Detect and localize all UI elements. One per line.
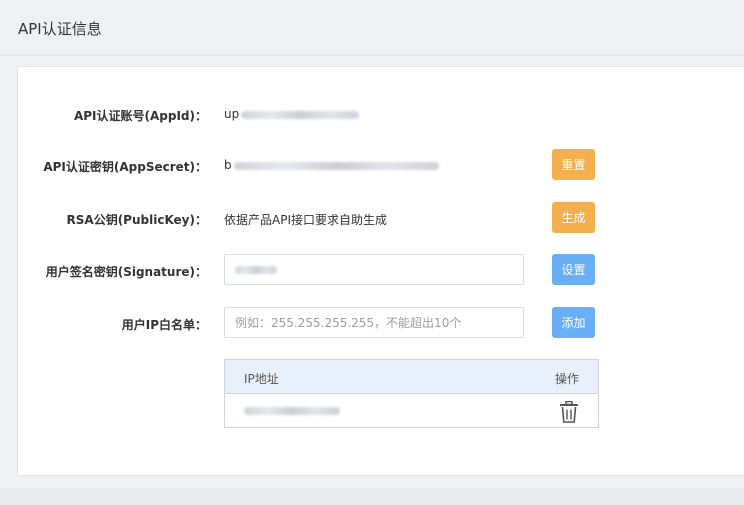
- table-row-ip-masked: [244, 407, 340, 415]
- appsecret-label: API认证密钥(AppSecret)：: [43, 160, 207, 174]
- publickey-label: RSA公钥(PublicKey)：: [66, 213, 207, 227]
- add-ip-button[interactable]: 添加: [552, 307, 595, 338]
- appid-label: API认证账号(AppId)：: [73, 109, 207, 123]
- page-title: API认证信息: [18, 20, 102, 38]
- appid-value: up: [224, 107, 360, 121]
- generate-key-button[interactable]: 生成: [552, 202, 595, 233]
- ip-whitelist-input[interactable]: [224, 307, 524, 338]
- page-header: API认证信息: [0, 0, 744, 56]
- appid-masked: [241, 110, 360, 119]
- column-header-ip: IP地址: [244, 372, 279, 386]
- publickey-value: 依据产品API接口要求自助生成: [224, 213, 387, 227]
- trash-icon[interactable]: [559, 401, 579, 423]
- signature-label: 用户签名密钥(Signature)：: [45, 265, 207, 279]
- appsecret-value: b: [224, 158, 439, 172]
- signature-masked: [235, 266, 277, 274]
- whitelist-label: 用户IP白名单：: [121, 318, 207, 332]
- appsecret-masked: [233, 161, 439, 170]
- column-header-action: 操作: [554, 372, 579, 386]
- appsecret-value-prefix: b: [224, 158, 232, 172]
- table-header: IP地址 操作: [225, 360, 598, 394]
- reset-secret-button[interactable]: 重置: [552, 149, 595, 180]
- appid-value-prefix: up: [224, 107, 240, 121]
- footer-bar: [0, 488, 744, 505]
- ip-whitelist-table: IP地址 操作: [224, 359, 599, 428]
- set-signature-button[interactable]: 设置: [552, 254, 595, 285]
